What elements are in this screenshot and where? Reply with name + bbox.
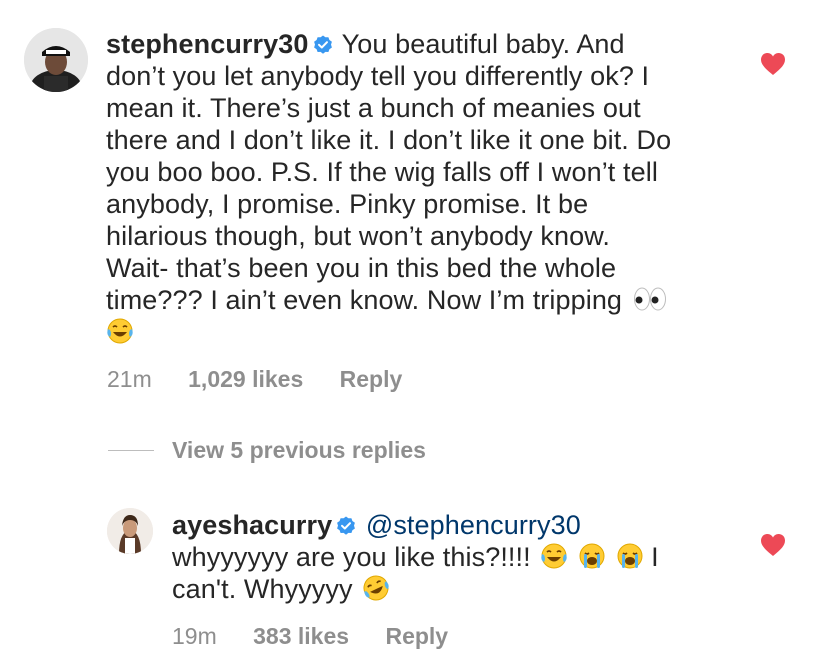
likes-count[interactable]: 1,029 likes (188, 366, 303, 392)
comment-username[interactable]: stephencurry30 (106, 29, 309, 59)
replies-divider (108, 450, 154, 451)
mention-link[interactable]: @stephencurry30 (366, 510, 581, 540)
loudly-crying-emoji-icon (579, 543, 605, 569)
verified-badge-icon (313, 35, 332, 54)
reply-avatar[interactable] (107, 508, 153, 554)
view-previous-replies[interactable]: View 5 previous replies (108, 437, 426, 464)
reply-body: ayeshacurry @stephencurry30 whyyyyyy are… (172, 509, 732, 605)
comment-text-line: You beautiful baby. And (341, 29, 625, 59)
reply-text-line: I (651, 542, 659, 572)
comment-text-line: mean it. There’s just a bunch of meanies… (106, 93, 641, 123)
reply-meta: 19m 383 likes Reply (172, 623, 478, 650)
comment-text-line: don’t you let anybody tell you different… (106, 61, 650, 91)
verified-badge-icon (337, 516, 356, 535)
view-replies-label[interactable]: View 5 previous replies (172, 437, 426, 464)
like-heart-icon[interactable] (760, 533, 786, 557)
comment-body: stephencurry30 You beautiful baby. And d… (106, 28, 746, 348)
comment-text-line: you boo boo. P.S. If the wig falls off I… (106, 157, 658, 187)
comment-timestamp: 21m (107, 366, 152, 392)
comment-text-line: hilarious though, but won’t anybody know… (106, 221, 610, 251)
comment-text-line: anybody, I promise. Pinky promise. It be (106, 189, 589, 219)
reply-timestamp: 19m (172, 623, 217, 649)
comment-meta: 21m 1,029 likes Reply (107, 366, 432, 393)
tears-of-joy-emoji-icon (107, 318, 133, 344)
loudly-crying-emoji-icon (617, 543, 643, 569)
comment-text-line: Wait- that’s been you in this bed the wh… (106, 253, 617, 283)
reply-button[interactable]: Reply (340, 366, 403, 392)
likes-count[interactable]: 383 likes (253, 623, 349, 649)
eyes-emoji-icon (633, 287, 666, 311)
avatar[interactable] (24, 28, 88, 92)
reply-text-line: can't. Whyyyyy (172, 574, 353, 604)
reply-button[interactable]: Reply (385, 623, 448, 649)
reply-text-line: whyyyyyy are you like this?!!!! (172, 542, 531, 572)
comment-text-line: there and I don’t like it. I don’t like … (106, 125, 672, 155)
like-heart-icon[interactable] (760, 52, 786, 76)
comment-text-line: time??? I ain’t even know. Now I’m tripp… (106, 285, 623, 315)
reply-username[interactable]: ayeshacurry (172, 510, 332, 540)
rolling-on-floor-laughing-emoji-icon (363, 575, 389, 601)
tears-of-joy-emoji-icon (541, 543, 568, 569)
